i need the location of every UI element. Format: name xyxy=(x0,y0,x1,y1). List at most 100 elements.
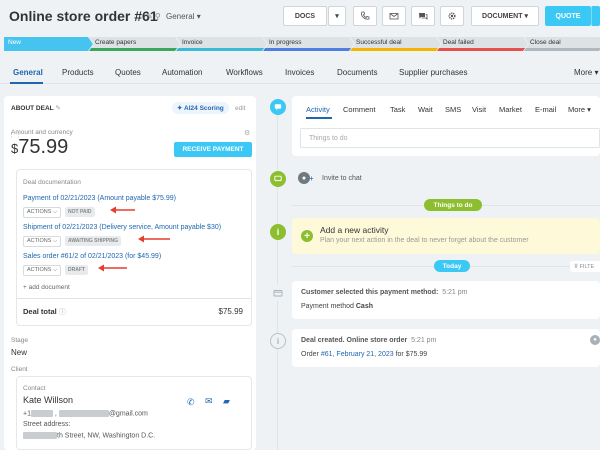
info-icon: i xyxy=(270,224,286,240)
sales-order-document-link[interactable]: Sales order #61/2 of 02/21/2023 (for $45… xyxy=(23,253,161,260)
stage-label: Invoice xyxy=(182,39,203,46)
actions-dropdown[interactable]: ACTIONS ⌵ xyxy=(23,265,62,276)
order-link[interactable]: #61, February 21, 2023 xyxy=(321,351,394,358)
document-button[interactable]: DOCUMENT ▾ xyxy=(471,6,539,26)
chat-bubble-icon xyxy=(270,99,286,115)
actions-dropdown[interactable]: ACTIONS ⌵ xyxy=(23,207,62,218)
stage-close-deal[interactable]: Close deal xyxy=(524,37,600,51)
phone-icon xyxy=(361,11,370,20)
activity-editor: Activity Comment Task Wait SMS Visit Mar… xyxy=(292,96,600,156)
tab-more[interactable]: More ▾ xyxy=(574,68,598,77)
category-label: General xyxy=(166,12,195,21)
status-badge: AWAITING SHIPPING xyxy=(65,236,122,246)
tab-sms[interactable]: SMS xyxy=(445,105,461,114)
stage-invoice[interactable]: Invoice xyxy=(176,37,267,51)
actions-label: ACTIONS xyxy=(27,238,52,244)
quote-button[interactable]: QUOTE xyxy=(545,6,591,26)
status-badge: DRAFT xyxy=(65,265,88,275)
docs-button[interactable]: DOCS xyxy=(283,6,327,26)
street-value: th Street, NW, Washington D.C. xyxy=(57,432,156,440)
deal-created-card: Deal created. Online store order 5:21 pm… xyxy=(292,329,600,367)
edit-title-icon[interactable]: ✎ ⚲ xyxy=(146,12,161,21)
contact-card: Contact Kate Willson ✆ ✉ ▰ +1 , @gmail.c… xyxy=(16,376,252,450)
pencil-icon[interactable]: ✎ xyxy=(55,105,60,112)
gear-icon[interactable]: ⚙ xyxy=(244,129,250,137)
tab-email[interactable]: E-mail xyxy=(535,105,556,114)
tab-supplier-purchases[interactable]: Supplier purchases xyxy=(399,68,467,77)
stage-label: New xyxy=(8,39,22,46)
filter-icon: ⊽ xyxy=(574,263,579,270)
ai-scoring-label: AI24 Scoring xyxy=(184,105,224,112)
docs-dropdown-button[interactable]: ▾ xyxy=(328,6,346,26)
deal-created-text: Deal created. Online store order xyxy=(301,337,408,344)
payment-title: Customer selected this payment method: xyxy=(301,289,439,296)
plus-icon[interactable]: + xyxy=(309,174,314,183)
tab-comment[interactable]: Comment xyxy=(343,105,376,114)
invite-to-chat-link[interactable]: Invite to chat xyxy=(322,175,362,182)
filter-button[interactable]: ⊽ FILTE xyxy=(570,261,600,272)
stage-new[interactable]: New xyxy=(4,37,93,51)
actions-dropdown[interactable]: ACTIONS ⌵ xyxy=(23,236,62,247)
tab-products[interactable]: Products xyxy=(62,68,94,77)
order-line: Order #61, February 21, 2023 for $75.99 xyxy=(301,351,427,358)
stage-deal-failed[interactable]: Deal failed xyxy=(437,37,528,51)
stage-create-papers[interactable]: Create papers xyxy=(89,37,180,51)
chat-icon[interactable]: ▰ xyxy=(223,396,230,407)
contact-phone-email: +1 , @gmail.com xyxy=(23,410,148,418)
info-icon[interactable]: ⓘ xyxy=(59,309,66,316)
deal-total-label: Deal total ⓘ xyxy=(23,307,66,317)
tab-documents[interactable]: Documents xyxy=(337,68,377,77)
avatar: ● xyxy=(590,335,600,345)
tab-automation[interactable]: Automation xyxy=(162,68,202,77)
edit-link[interactable]: edit xyxy=(235,105,245,112)
stage-in-progress[interactable]: In progress xyxy=(263,37,354,51)
settings-button[interactable] xyxy=(440,6,464,26)
tab-quotes[interactable]: Quotes xyxy=(115,68,141,77)
actions-label: ACTIONS xyxy=(27,267,52,273)
receive-payment-button[interactable]: RECEIVE PAYMENT xyxy=(174,142,252,157)
actions-label: ACTIONS xyxy=(27,209,52,215)
redacted-phone xyxy=(30,410,53,417)
email-suffix: @gmail.com xyxy=(108,410,148,418)
tab-task[interactable]: Task xyxy=(390,105,405,114)
chat-button[interactable] xyxy=(411,6,435,26)
payment-document-link[interactable]: Payment of 02/21/2023 (Amount payable $7… xyxy=(23,195,176,202)
category-selector[interactable]: General ▾ xyxy=(166,12,201,21)
ai-scoring-button[interactable]: ✦ AI24 Scoring xyxy=(172,102,229,114)
tab-activity[interactable]: Activity xyxy=(306,105,330,114)
order-amount: for $75.99 xyxy=(395,351,428,358)
deal-tabs: General Products Quotes Automation Workf… xyxy=(0,60,600,84)
add-document-link[interactable]: + add document xyxy=(23,284,70,291)
tab-wait[interactable]: Wait xyxy=(418,105,433,114)
things-to-do-input[interactable]: Things to do xyxy=(300,128,600,148)
new-activity-card[interactable]: + Add a new activity Plan your next acti… xyxy=(292,218,600,254)
phone-button[interactable] xyxy=(353,6,377,26)
envelope-icon[interactable]: ✉ xyxy=(205,396,213,407)
contact-name[interactable]: Kate Willson xyxy=(23,395,73,405)
tab-general[interactable]: General xyxy=(13,68,43,77)
tab-market[interactable]: Market xyxy=(499,105,522,114)
stage-label: Deal failed xyxy=(443,39,474,46)
gear-icon xyxy=(448,12,456,20)
shipment-document-link[interactable]: Shipment of 02/21/2023 (Delivery service… xyxy=(23,224,221,231)
email-button[interactable] xyxy=(382,6,406,26)
plus-icon[interactable]: + xyxy=(301,230,313,242)
order-label: Order xyxy=(301,351,319,358)
tab-invoices[interactable]: Invoices xyxy=(285,68,314,77)
street-label: Street address: xyxy=(23,421,71,428)
docs-button-label: DOCS xyxy=(294,12,316,20)
payment-time: 5:21 pm xyxy=(442,289,468,296)
quote-dropdown-button[interactable] xyxy=(591,6,600,26)
about-deal-title-text: ABOUT DEAL xyxy=(11,105,54,112)
redacted-email xyxy=(58,410,109,417)
filter-label: FILTE xyxy=(579,263,595,270)
phone-icon[interactable]: ✆ xyxy=(187,397,195,408)
tab-more[interactable]: More ▾ xyxy=(568,105,591,114)
about-deal-title: ABOUT DEAL ✎ xyxy=(11,104,61,112)
stage-label: Close deal xyxy=(530,39,561,46)
chat-icon xyxy=(419,13,428,20)
stage-successful-deal[interactable]: Successful deal xyxy=(350,37,441,51)
tab-workflows[interactable]: Workflows xyxy=(226,68,263,77)
tab-visit[interactable]: Visit xyxy=(472,105,486,114)
new-activity-title: Add a new activity xyxy=(320,225,389,235)
